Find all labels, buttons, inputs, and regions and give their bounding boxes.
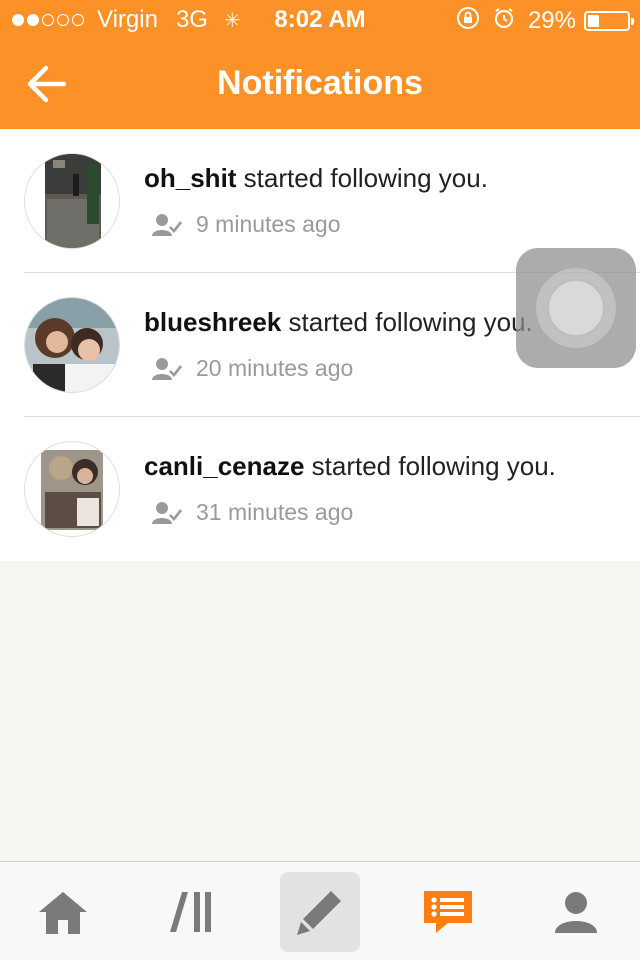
notification-time: 31 minutes ago [196,499,354,525]
tab-profile[interactable] [536,872,616,952]
tab-library[interactable] [152,872,232,952]
user-check-icon [152,213,182,236]
battery-fill [588,15,600,27]
notification-item[interactable]: canli_cenaze started following you. 31 m… [0,417,640,561]
status-bar: Virgin 3G ✳ 8:02 AM 29% [0,0,640,40]
notification-text: canli_cenaze started following you. [144,451,556,482]
notification-time: 9 minutes ago [196,211,341,237]
battery-percent: 29% [527,7,576,34]
user-check-icon [152,501,182,524]
avatar[interactable] [24,297,120,393]
assistive-touch-ring [536,268,616,348]
notification-action: started following you. [281,307,533,337]
profile-icon [555,892,597,933]
notification-meta: 9 minutes ago [152,211,340,238]
notification-text: blueshreek started following you. [144,307,533,338]
page-title: Notifications [217,64,423,102]
username-link[interactable]: blueshreek [144,307,281,337]
notification-meta: 20 minutes ago [152,355,353,382]
username-link[interactable]: canli_cenaze [144,451,304,481]
username-link[interactable]: oh_shit [144,163,236,193]
library-icon [170,892,211,932]
notification-meta: 31 minutes ago [152,499,353,526]
notification-time: 20 minutes ago [196,355,354,381]
top-bar: Virgin 3G ✳ 8:02 AM 29% Notifications [0,0,640,129]
battery-icon [584,11,634,31]
notification-action: started following you. [236,163,488,193]
notifications-icon [424,891,472,933]
tab-home[interactable] [23,872,103,952]
compose-icon [297,891,341,935]
nav-header: Notifications [0,40,640,129]
avatar[interactable] [24,153,120,249]
status-right: 29% [456,6,634,36]
notification-text: oh_shit started following you. [144,163,488,194]
notification-action: started following you. [304,451,556,481]
avatar[interactable] [24,441,120,537]
tab-notifications[interactable] [408,872,488,952]
home-icon [39,892,87,934]
rotation-lock-icon [456,6,480,36]
user-check-icon [152,357,182,380]
tab-compose[interactable] [280,872,360,952]
alarm-icon [492,6,516,36]
assistive-touch-icon [547,279,605,337]
tab-bar [0,861,640,960]
assistive-touch-button[interactable] [516,248,636,368]
